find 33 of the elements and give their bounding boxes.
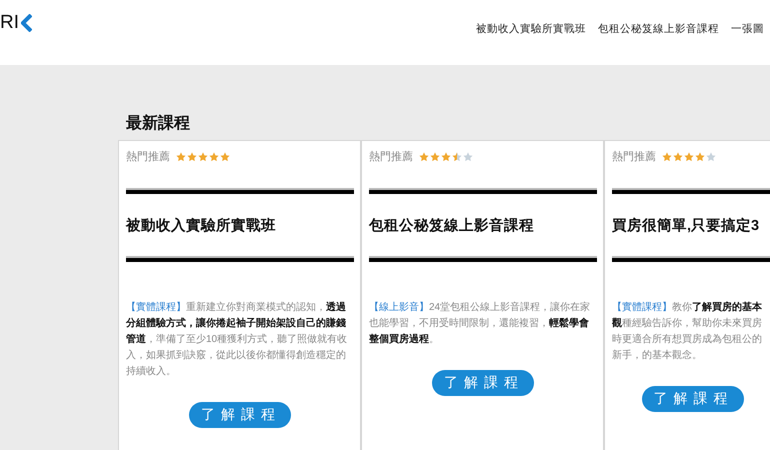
course-title: 買房很簡單,只要搞定3	[612, 216, 760, 236]
star-icon	[695, 152, 705, 162]
star-icon	[430, 152, 440, 162]
badge-label: 熱門推薦	[612, 150, 656, 164]
star-icon	[419, 152, 429, 162]
course-description: 【實體課程】重新建立你對商業模式的認知，透過分組體驗方式，讓你捲起袖子開始架設自己的賺錢管道，準備了至少10種獲利方式，聽了照做就有收入，如果抓到訣竅，從此以後你都懂得創造穩定的持續收入。	[126, 300, 348, 379]
star-icon	[187, 152, 197, 162]
nav-link[interactable]: 一張圖	[731, 22, 764, 36]
nav-link[interactable]: 被動收入實驗所實戰班	[476, 22, 586, 36]
star-icon	[441, 152, 451, 162]
badge-label: 熱門推薦	[369, 150, 413, 164]
star-icon	[463, 152, 473, 162]
course-description: 【線上影音】24堂包租公線上影音課程，讓你在家也能學習，不用受時間限制，還能複習，輕鬆學會整個買房過程。	[369, 300, 592, 347]
learn-more-button[interactable]: 了解課程	[432, 370, 534, 396]
star-icon	[198, 152, 208, 162]
nav-link[interactable]: 包租公秘笈線上影音課程	[598, 22, 719, 36]
star-icon	[684, 152, 694, 162]
course-title: 被動收入實驗所實戰班	[126, 216, 277, 236]
star-icon	[662, 152, 672, 162]
star-icon	[452, 152, 462, 162]
star-icon	[673, 152, 683, 162]
star-icon	[706, 152, 716, 162]
star-icon	[209, 152, 219, 162]
course-title: 包租公秘笈線上影音課程	[369, 216, 535, 236]
learn-more-button[interactable]: 了解課程	[189, 402, 291, 428]
course-description: 【實體課程】教你了解買房的基本觀種經驗告訴你，幫助你未來買房時更適合所有想買房成為包租公的新手，的基本觀念。	[612, 300, 763, 363]
star-icon	[220, 152, 230, 162]
chevron-logo-icon	[21, 14, 32, 32]
star-icon	[176, 152, 186, 162]
logo-text: RI	[0, 12, 19, 34]
badge-label: 熱門推薦	[126, 150, 170, 164]
learn-more-button[interactable]: 了解課程	[642, 386, 744, 412]
section-title: 最新課程	[126, 113, 191, 134]
